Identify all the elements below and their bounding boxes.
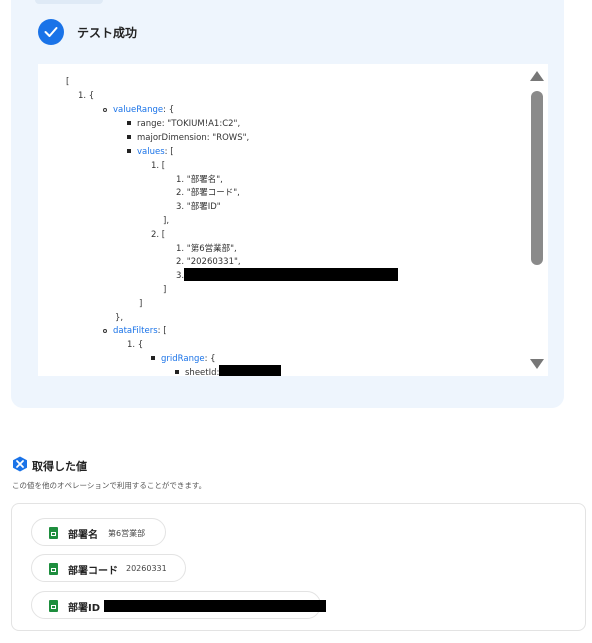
check-icon [38,19,64,45]
google-sheets-icon [49,600,58,612]
square-bullet [127,149,131,153]
json-row-1-value-3: 3. "部署ID" [176,202,221,212]
value-chip-department-name[interactable]: 部署名 第6営業部 [31,518,166,546]
json-open-bracket: [ [66,77,70,87]
json-values-line: values: [ [127,146,174,160]
json-majorDimension: majorDimension: "ROWS", [137,133,250,143]
panel-tab [35,0,103,4]
json-key-gridRange: gridRange [161,354,205,364]
json-dataFilters-line: dataFilters: [ [103,325,167,339]
acquired-values-description: この値を他のオペレーションで利用することができます。 [12,481,207,490]
redaction-bar [184,268,399,281]
json-item-1: 1. { [78,91,95,101]
square-bullet [175,370,179,374]
json-row-2-open: 2. [ [151,230,166,240]
redaction-bar [104,600,326,612]
json-sheetId: sheetId: [185,368,220,376]
json-punct: : { [163,105,175,115]
scroll-down-arrow-icon[interactable] [530,359,544,369]
json-majorDimension-line: majorDimension: "ROWS", [127,132,249,146]
json-range: range: "TOKIUM!A1:C2", [137,119,241,129]
value-chip-label: 部署ID [68,603,101,614]
json-key-values: values [137,147,165,157]
scrollbar[interactable] [530,67,544,373]
acquired-values-title: 取得した値 [32,460,87,473]
json-row-2-value-1: 1. "第6営業部", [176,244,237,254]
json-row-1-value-2: 2. "部署コード", [176,188,240,198]
value-chip-label: 部署コード [68,566,118,577]
google-sheets-icon [49,527,58,539]
json-range-line: range: "TOKIUM!A1:C2", [127,118,240,132]
json-values-close: ] [139,299,143,309]
redaction-bar [219,365,282,376]
json-row-1-close: ], [163,216,170,226]
json-key-valueRange: valueRange [113,105,164,115]
acquired-values-list: 部署名 第6営業部 部署コード 20260331 部署ID [11,503,586,631]
test-success-title: テスト成功 [77,26,138,40]
value-chip-label: 部署名 [68,530,98,541]
value-chip-department-code[interactable]: 部署コード 20260331 [31,554,186,582]
json-punct: : [ [157,326,167,336]
scroll-thumb[interactable] [531,91,543,265]
json-row-2-value-3: 3. [176,268,399,284]
json-output-box[interactable]: [ 1. { valueRange: { range: "TOKIUM!A1:C… [38,64,548,376]
square-bullet [127,135,131,139]
json-row-1-value-1: 1. "部署名", [176,175,223,185]
value-chip-value: 第6営業部 [108,529,146,538]
json-row-2-value-3-index: 3. [176,271,185,281]
scroll-up-arrow-icon[interactable] [530,71,544,81]
json-dataFilters-item-1: 1. { [127,340,144,350]
json-punct: : { [204,354,216,364]
google-sheets-icon [49,563,58,575]
json-valueRange-line: valueRange: { [103,104,174,118]
test-result-panel: テスト成功 [ 1. { valueRange: { range: "TOKIU… [11,0,564,408]
square-bullet [151,356,155,360]
json-row-2-close: ] [163,285,167,295]
json-valueRange-close: }, [115,313,124,323]
json-row-1-open: 1. [ [151,161,166,171]
value-chip-value: 20260331 [126,564,167,573]
json-key-dataFilters: dataFilters [113,326,158,336]
circle-bullet [103,108,107,112]
json-sheetId-line: sheetId: [175,365,282,376]
circle-bullet [103,329,107,333]
value-chip-department-id[interactable]: 部署ID [31,591,326,619]
json-punct: : [ [164,147,174,157]
square-bullet [127,121,131,125]
yoom-logo-icon [12,456,28,472]
